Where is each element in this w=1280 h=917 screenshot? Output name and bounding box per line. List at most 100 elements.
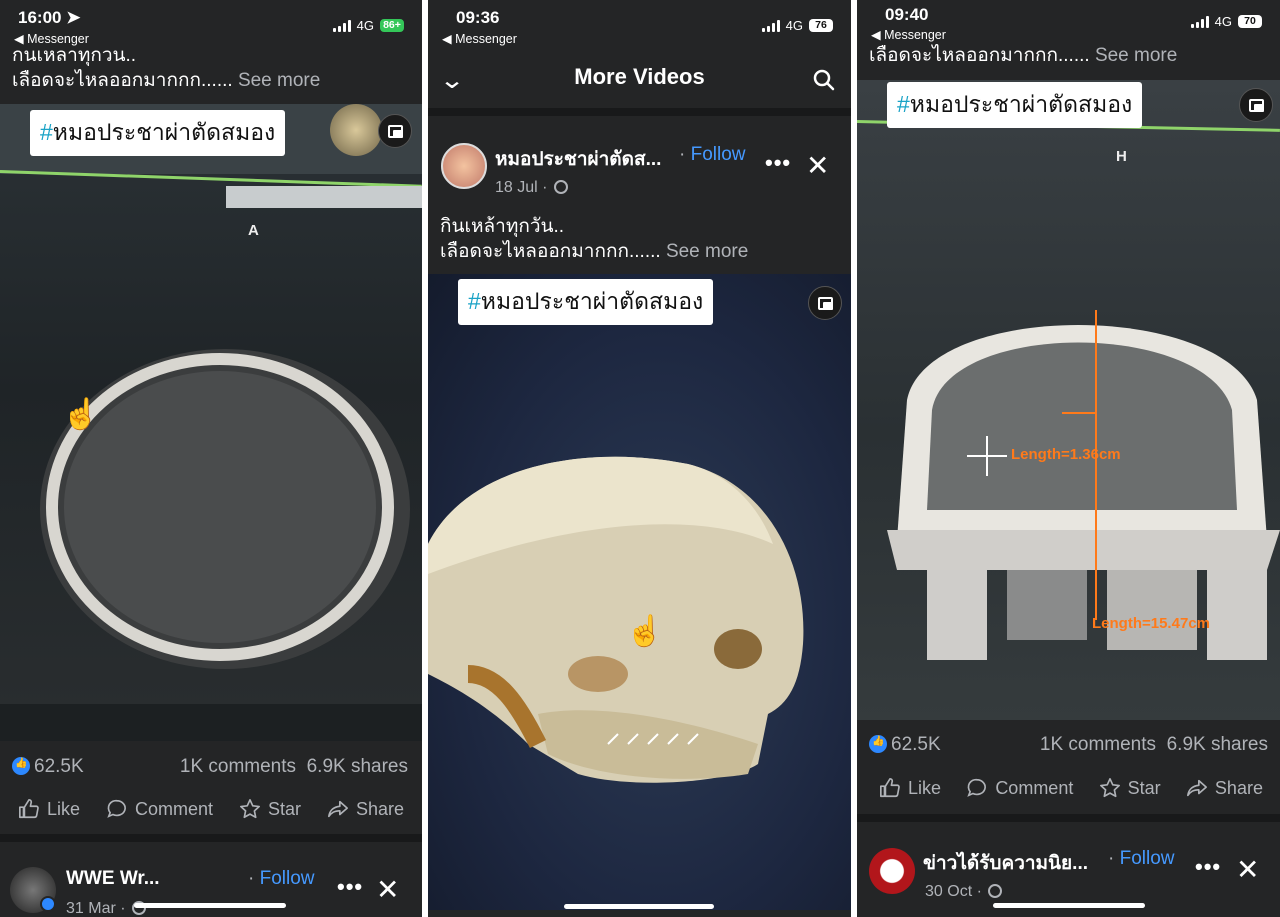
pip-icon[interactable] bbox=[1239, 88, 1273, 122]
more-icon[interactable]: ••• bbox=[765, 150, 791, 176]
comment-icon bbox=[107, 799, 126, 818]
scan-orientation-label: H bbox=[1116, 148, 1127, 165]
comment-button[interactable]: Comment bbox=[106, 798, 213, 820]
video-panel-3: 09:40 ◀ Messenger 4G 70 เลือดจะไหลออกมาก… bbox=[857, 0, 1280, 917]
hashtag-overlay: #หมอประชาผ่าตัดสมอง bbox=[887, 82, 1143, 128]
like-icon bbox=[19, 799, 39, 819]
hashtag-overlay: #หมอประชาผ่าตัดสมอง bbox=[30, 110, 286, 156]
battery-icon: 86+ bbox=[380, 19, 404, 32]
pip-icon[interactable] bbox=[378, 114, 412, 148]
share-button[interactable]: Share bbox=[327, 798, 404, 820]
follow-button[interactable]: · Follow bbox=[1108, 848, 1175, 870]
video-panel-1: 16:00 ➤ ◀ Messenger 4G 86+ กนเหลาทุกวน..… bbox=[0, 0, 422, 917]
like-badge-icon bbox=[12, 757, 30, 775]
status-right: 4G 70 bbox=[1190, 14, 1262, 29]
header-title: More Videos bbox=[574, 64, 705, 89]
more-icon[interactable]: ••• bbox=[337, 874, 363, 900]
close-icon[interactable]: ✕ bbox=[376, 876, 399, 904]
avatar[interactable] bbox=[441, 143, 487, 189]
caption-line-1: กนเหลาทุกวน.. bbox=[12, 45, 137, 66]
hashtag-overlay: #หมอประชาผ่าตัดสมอง bbox=[458, 279, 714, 325]
like-icon bbox=[880, 778, 900, 798]
signal-icon bbox=[761, 19, 780, 32]
share-icon bbox=[1186, 779, 1207, 797]
search-icon[interactable] bbox=[812, 68, 836, 92]
video-player[interactable]: ☝ #หมอประชาผ่าตัดสมอง bbox=[428, 274, 851, 910]
comment-count: 1K comments bbox=[1039, 734, 1157, 755]
network-type: 4G bbox=[1214, 14, 1232, 29]
close-icon[interactable]: ✕ bbox=[1236, 856, 1259, 884]
home-indicator bbox=[993, 903, 1145, 908]
caption-line-2: เลือดจะไหลออกมากกก...... See more bbox=[12, 70, 321, 91]
signal-icon bbox=[332, 19, 351, 32]
share-count: 6.9K shares bbox=[1166, 734, 1268, 755]
more-icon[interactable]: ••• bbox=[1195, 854, 1221, 880]
reaction-count[interactable]: 62.5K bbox=[869, 734, 941, 756]
action-bar: Like Comment Star Share bbox=[879, 777, 1263, 799]
comment-count: 1K comments bbox=[179, 756, 297, 777]
ct-skull-slice bbox=[40, 349, 410, 669]
globe-icon bbox=[988, 884, 1003, 898]
desk-edge bbox=[0, 704, 422, 741]
verified-badge-icon bbox=[40, 896, 56, 912]
follow-button[interactable]: · Follow bbox=[679, 144, 746, 166]
share-button[interactable]: Share bbox=[1186, 777, 1263, 799]
status-right: 4G 76 bbox=[761, 18, 833, 33]
close-icon[interactable]: ✕ bbox=[806, 152, 829, 180]
share-icon bbox=[327, 800, 348, 818]
star-icon bbox=[239, 799, 260, 819]
back-to-messenger[interactable]: ◀ Messenger bbox=[442, 31, 517, 46]
like-badge-icon bbox=[869, 735, 887, 753]
measure-line-horizontal bbox=[1062, 412, 1096, 414]
video-panel-2: 09:36 ◀ Messenger 4G 76 ⌄ More Videos หม… bbox=[428, 0, 851, 917]
see-more-link[interactable]: See more bbox=[1095, 45, 1177, 66]
next-post-date: 30 Oct · bbox=[925, 883, 1003, 901]
next-post-author[interactable]: ข่าวได้รับความนิย... bbox=[923, 848, 1088, 878]
video-player[interactable]: A ☝ #หมอประชาผ่าตัดสมอง bbox=[0, 104, 422, 741]
home-indicator bbox=[134, 903, 286, 908]
status-time: 16:00 ➤ bbox=[18, 8, 81, 27]
crosshair-vertical bbox=[986, 436, 988, 476]
comments-shares[interactable]: 1K comments 6.9K shares bbox=[180, 756, 408, 778]
post-author[interactable]: หมอประชาผ่าตัดส... bbox=[495, 144, 661, 174]
network-type: 4G bbox=[356, 18, 374, 33]
star-button[interactable]: Star bbox=[1099, 777, 1161, 799]
video-player[interactable]: H Length=1.36cm Length=15.47cm #หมอประชา… bbox=[857, 80, 1280, 720]
skull-thumbnail bbox=[330, 104, 382, 156]
back-to-messenger[interactable]: ◀ Messenger bbox=[871, 27, 946, 42]
comment-icon bbox=[967, 778, 987, 797]
globe-icon bbox=[553, 180, 568, 194]
star-button[interactable]: Star bbox=[239, 798, 301, 820]
home-indicator bbox=[564, 904, 714, 909]
star-icon bbox=[1099, 778, 1120, 798]
see-more-link[interactable]: See more bbox=[238, 70, 320, 91]
header-divider bbox=[428, 108, 851, 116]
post-divider bbox=[857, 814, 1280, 822]
status-right: 4G 86+ bbox=[332, 18, 404, 33]
next-post-author[interactable]: WWE Wr... bbox=[66, 868, 160, 890]
hand-cursor-icon: ☝ bbox=[62, 398, 100, 431]
measure-line-vertical bbox=[1095, 310, 1097, 620]
like-button[interactable]: Like bbox=[18, 798, 80, 820]
caption-line-2: เลือดจะไหลออกมากกก...... See more bbox=[869, 45, 1178, 66]
comments-shares[interactable]: 1K comments 6.9K shares bbox=[1040, 734, 1268, 756]
scan-toolbar bbox=[226, 186, 422, 208]
battery-icon: 70 bbox=[1238, 15, 1262, 28]
reaction-count[interactable]: 62.5K bbox=[12, 756, 84, 778]
comment-button[interactable]: Comment bbox=[966, 777, 1073, 799]
measurement-label-1: Length=1.36cm bbox=[1011, 446, 1121, 463]
status-time: 09:36 bbox=[456, 8, 500, 27]
measurement-label-2: Length=15.47cm bbox=[1092, 615, 1210, 632]
action-bar: Like Comment Star Share bbox=[18, 798, 404, 820]
ct-brain-coronal bbox=[887, 325, 1280, 660]
caption-line-2: เลือดจะไหลออกมากกก...... See more bbox=[440, 241, 749, 262]
post-date: 18 Jul · bbox=[495, 179, 568, 197]
follow-button[interactable]: · Follow bbox=[248, 868, 315, 890]
avatar[interactable] bbox=[869, 848, 915, 894]
like-button[interactable]: Like bbox=[879, 777, 941, 799]
pip-icon[interactable] bbox=[808, 286, 842, 320]
location-arrow-icon: ➤ bbox=[66, 8, 81, 27]
hand-cursor-icon: ☝ bbox=[626, 615, 664, 648]
see-more-link[interactable]: See more bbox=[666, 241, 748, 262]
status-time: 09:40 bbox=[885, 5, 929, 24]
